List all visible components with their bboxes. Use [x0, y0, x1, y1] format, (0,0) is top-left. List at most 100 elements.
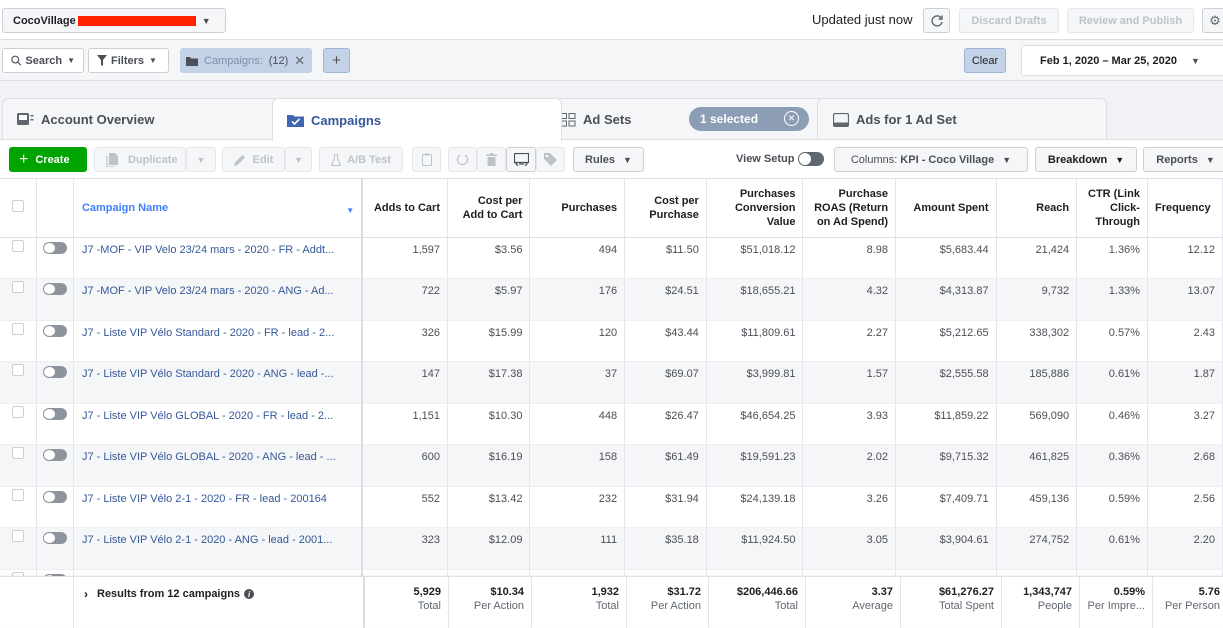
refresh-button[interactable]	[923, 8, 950, 33]
view-setup[interactable]: View Setup	[736, 152, 825, 166]
column-header-amount-spent[interactable]: Amount Spent	[895, 179, 997, 238]
campaign-on-off-toggle[interactable]	[43, 283, 68, 295]
row-checkbox[interactable]	[12, 530, 25, 542]
column-header-adds-to-cart[interactable]: Adds to Cart	[362, 179, 448, 238]
cell-cost-per-add-to-cart: $3.56	[447, 237, 531, 279]
summary-label: Per Person	[1164, 600, 1220, 612]
row-checkbox[interactable]	[12, 447, 25, 459]
cell-campaign-name[interactable]: J7 - Liste VIP Vélo GLOBAL - 2020 - ANG …	[73, 444, 364, 487]
date-range-picker[interactable]: Feb 1, 2020 – Mar 25, 2020 ▼	[1021, 45, 1223, 76]
breakdown-dropdown[interactable]: Breakdown ▼	[1035, 147, 1137, 172]
search-label: Search	[25, 54, 63, 67]
filters-button[interactable]: Filters ▼	[88, 48, 169, 73]
table-row[interactable]: J7 - Liste VIP Vélo 2-1 - 2020 - FR - le…	[0, 486, 1223, 528]
table-row[interactable]: J7 - Liste VIP Vélo Standard - 2020 - FR…	[0, 320, 1223, 362]
cell-campaign-name[interactable]: J7 - Liste VIP Vélo Standard - 2020 - FR…	[73, 320, 364, 362]
reports-dropdown[interactable]: Reports ▼	[1143, 147, 1223, 172]
cell-campaign-name[interactable]: J7 -MOF - VIP Velo 23/24 mars - 2020 - F…	[73, 237, 364, 279]
close-icon[interactable]: ✕	[784, 111, 799, 126]
duplicate-dropdown[interactable]: ▼	[186, 147, 216, 172]
table-row[interactable]: J7 -MOF - VIP Velo 23/24 mars - 2020 - F…	[0, 237, 1223, 279]
view-setup-toggle[interactable]	[798, 152, 825, 166]
create-button[interactable]: + Create	[9, 147, 87, 172]
campaign-on-off-toggle[interactable]	[43, 366, 68, 378]
cell-reach: 21,424	[996, 237, 1078, 279]
table-row[interactable]: J7 -MOF - VIP Velo 23/24 mars - 2020 - A…	[0, 278, 1223, 321]
sort-caret-icon[interactable]: ▼	[346, 204, 354, 218]
campaign-on-off-toggle[interactable]	[43, 324, 68, 337]
cell-campaign-name[interactable]: J7 - Liste VIP Vélo 2-1 - 2020 - FR - le…	[73, 486, 364, 528]
info-icon[interactable]: i	[244, 589, 255, 599]
cell-campaign-name[interactable]: J7 - Liste VIP Vélo 2-1 - 2020 - ANG - l…	[73, 527, 364, 570]
edit-button[interactable]: Edit	[222, 147, 285, 172]
rules-button[interactable]: Rules ▼	[573, 147, 644, 172]
column-header-purchases-conversion-value[interactable]: Purchases Conversion Value	[706, 179, 804, 238]
table-row[interactable]: J7 - Liste VIP Vélo 2-1 - 2020 - ANG - l…	[0, 527, 1223, 570]
tag-button[interactable]	[536, 147, 565, 172]
cell-cost-per-add-to-cart: $12.09	[447, 527, 531, 570]
preview-button[interactable]	[506, 147, 536, 172]
column-header-reach[interactable]: Reach	[996, 179, 1078, 238]
review-publish-button[interactable]: Review and Publish	[1067, 8, 1194, 33]
table-row[interactable]: J7 - Liste VIP Vélo GLOBAL - 2020 - ANG …	[0, 444, 1223, 487]
column-header-purchase-roas[interactable]: Purchase ROAS (Return on Ad Spend)	[802, 179, 897, 238]
row-checkbox[interactable]	[12, 322, 25, 335]
column-header-frequency[interactable]: Frequency	[1147, 179, 1223, 238]
campaign-on-off-toggle[interactable]	[43, 532, 68, 544]
select-all-checkbox[interactable]	[12, 199, 25, 212]
column-header-purchases[interactable]: Purchases	[529, 179, 626, 238]
summary-cell: 0.59% Per Impre...	[1080, 577, 1153, 628]
cell-campaign-name[interactable]: J7 -MOF - VIP Velo 23/24 mars - 2020 - A…	[73, 278, 364, 321]
tab-ads[interactable]: Ads for 1 Ad Set	[817, 98, 1107, 140]
column-header-cost-per-add-to-cart[interactable]: Cost per Add to Cart	[447, 179, 531, 238]
delete-button[interactable]	[477, 147, 506, 172]
summary-cell: 1,343,747 People	[1002, 577, 1080, 628]
columns-dropdown[interactable]: Columns: KPI - Coco Village ▼	[834, 147, 1028, 172]
cell-cost-per-purchase: $43.44	[624, 320, 707, 362]
circle-arrow-icon	[456, 154, 469, 166]
table-header-row: Campaign Name ▼ Adds to Cart Cost per Add…	[0, 179, 1223, 238]
duplicate-button[interactable]: Duplicate	[94, 147, 186, 172]
clear-button[interactable]: Clear	[964, 48, 1006, 73]
campaign-on-off-toggle[interactable]	[43, 449, 68, 461]
row-checkbox[interactable]	[12, 405, 25, 418]
campaign-on-off-toggle[interactable]	[43, 407, 68, 420]
column-header-campaign-name[interactable]: Campaign Name ▼	[73, 179, 364, 238]
row-checkbox[interactable]	[12, 364, 25, 376]
row-checkbox[interactable]	[12, 239, 25, 252]
summary-label: Total	[774, 600, 798, 612]
revert-button[interactable]	[448, 147, 477, 172]
caret-down-icon: ▼	[294, 154, 303, 165]
settings-button[interactable]: ⚙	[1202, 8, 1223, 33]
column-header-ctr[interactable]: CTR (Link Click-Through	[1076, 179, 1148, 238]
row-checkbox[interactable]	[12, 281, 25, 293]
summary-cell: $206,446.66 Total	[709, 577, 806, 628]
tab-account-overview[interactable]: Account Overview	[2, 98, 292, 140]
ab-test-button[interactable]: A/B Test	[319, 147, 403, 172]
summary-value: 3.37	[871, 586, 893, 598]
search-button[interactable]: Search ▼	[2, 48, 84, 73]
cell-ctr: 0.61%	[1076, 527, 1148, 570]
results-expander[interactable]: › Results from 12 campaigns i	[84, 587, 255, 601]
cell-amount-spent: $5,683.44	[895, 237, 997, 279]
campaign-on-off-toggle[interactable]	[43, 241, 68, 254]
edit-dropdown[interactable]: ▼	[285, 147, 312, 172]
row-checkbox-cell	[0, 527, 38, 570]
column-header-cost-per-purchase[interactable]: Cost per Purchase	[624, 179, 707, 238]
selected-pill[interactable]: 1 selected ✕	[689, 107, 809, 131]
cell-ctr: 0.59%	[1076, 486, 1148, 528]
clipboard-icon	[421, 153, 432, 166]
close-icon[interactable]: ✕	[294, 53, 305, 69]
account-selector[interactable]: CocoVillage ▼	[2, 8, 226, 33]
cell-campaign-name[interactable]: J7 - Liste VIP Vélo Standard - 2020 - AN…	[73, 361, 364, 404]
table-row[interactable]: J7 - Liste VIP Vélo Standard - 2020 - AN…	[0, 361, 1223, 404]
table-row[interactable]: J7 - Liste VIP Vélo GLOBAL - 2020 - FR -…	[0, 403, 1223, 445]
cell-campaign-name[interactable]: J7 - Liste VIP Vélo GLOBAL - 2020 - FR -…	[73, 403, 364, 445]
tab-campaigns[interactable]: Campaigns	[272, 98, 562, 141]
campaign-on-off-toggle[interactable]	[43, 490, 68, 503]
clipboard-button[interactable]	[412, 147, 441, 172]
campaigns-filter-chip[interactable]: Campaigns: (12) ✕	[180, 48, 312, 73]
add-filter-button[interactable]: +	[323, 48, 350, 73]
row-checkbox[interactable]	[12, 488, 25, 501]
discard-drafts-button[interactable]: Discard Drafts	[959, 8, 1059, 33]
